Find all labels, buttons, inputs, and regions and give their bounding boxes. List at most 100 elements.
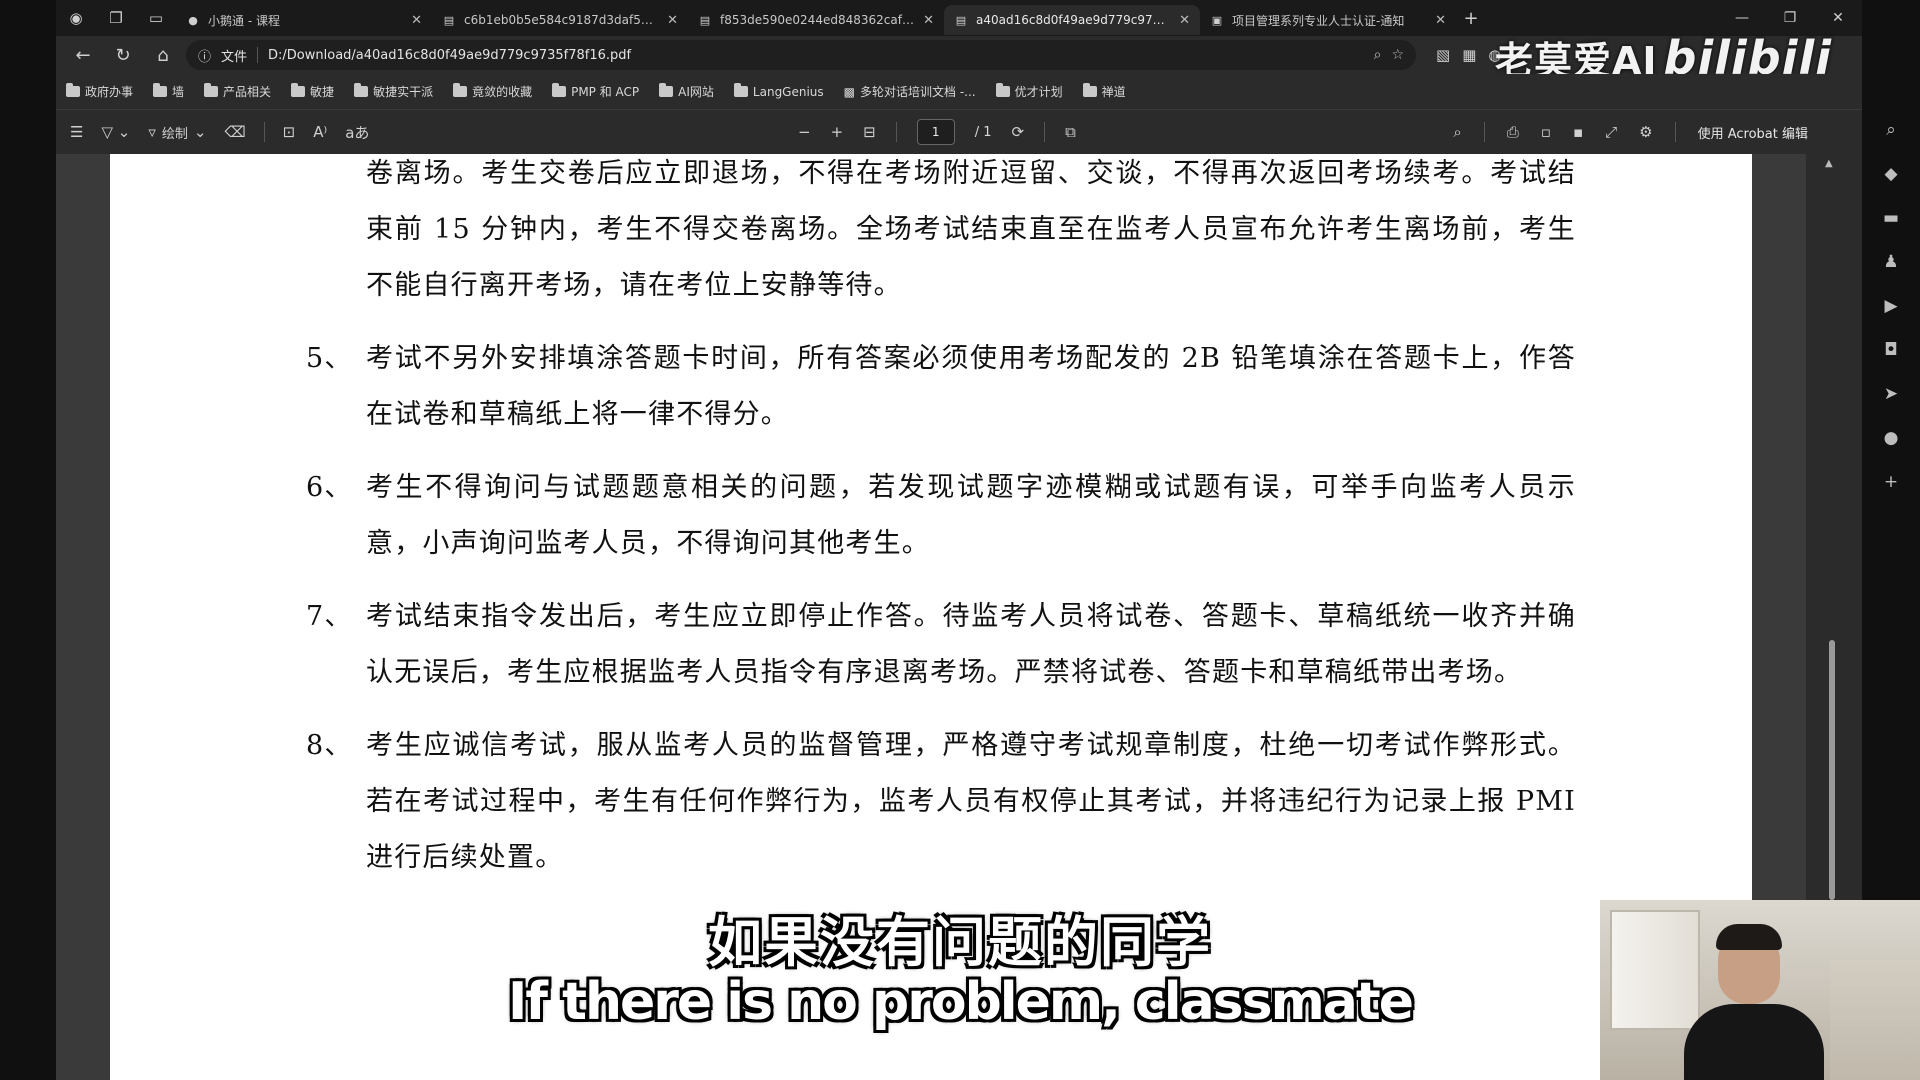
folder-icon bbox=[66, 83, 80, 97]
edge-sidebar: ⌕ ◆ ▬ ♟ ▶ ◘ ➤ ● + bbox=[1862, 120, 1920, 492]
extension-icons: ▧ ▦ ◍ bbox=[1436, 46, 1501, 64]
folder-icon bbox=[1082, 83, 1097, 97]
eraser-icon[interactable]: ⌫ bbox=[224, 123, 245, 141]
acrobat-edit-button[interactable]: 使用 Acrobat 编辑 bbox=[1698, 123, 1808, 142]
sidebar-people-icon[interactable]: ♟ bbox=[1883, 252, 1898, 272]
highlight-icon[interactable]: ▽ ⌄ bbox=[101, 123, 130, 141]
tab-close-icon[interactable]: ✕ bbox=[411, 13, 422, 28]
translate-icon[interactable]: aあ bbox=[345, 122, 369, 143]
search-icon[interactable]: ⌕ bbox=[1453, 123, 1461, 141]
tab-close-icon[interactable]: ✕ bbox=[923, 13, 934, 28]
bookmark-folder[interactable]: 敏捷实干派 bbox=[354, 83, 433, 100]
item-text: 考试结束指令发出后，考生应立即停止作答。待监考人员将试卷、答题卡、草稿纸统一收齐… bbox=[366, 601, 1576, 688]
presenter-hair bbox=[1716, 924, 1782, 950]
tab-pdf-2[interactable]: ▤ f853de590e0244ed848362caf48 ✕ bbox=[688, 5, 944, 35]
bookmarks-bar: 政府办事 墙 产品相关 敏捷 敏捷实干派 竟敛的收藏 PMP 和 ACP AI网… bbox=[56, 74, 1862, 110]
bookmark-folder[interactable]: 禅道 bbox=[1082, 83, 1126, 100]
new-tab-button[interactable]: + bbox=[1456, 3, 1486, 33]
bookmark-folder[interactable]: 优才计划 bbox=[995, 83, 1063, 100]
bookmark-folder[interactable]: PMP 和 ACP bbox=[552, 83, 639, 100]
sidebar-add-icon[interactable]: + bbox=[1884, 472, 1898, 492]
refresh-icon[interactable]: ↻ bbox=[106, 40, 140, 70]
folder-icon bbox=[291, 83, 306, 97]
bookmark-folder[interactable]: 政府办事 bbox=[66, 83, 133, 100]
url-bar[interactable]: ⓘ 文件 D:/Download/a40ad16c8d0f49ae9d779c9… bbox=[186, 40, 1416, 70]
pdf-file-icon: ▤ bbox=[699, 13, 711, 27]
site-info-icon[interactable]: ⓘ bbox=[198, 46, 211, 65]
zoom-out-icon[interactable]: − bbox=[798, 123, 811, 141]
scroll-thumb[interactable] bbox=[1829, 640, 1835, 900]
settings-icon[interactable]: ⚙ bbox=[1639, 123, 1652, 141]
presenter-body bbox=[1684, 1004, 1824, 1080]
folder-icon bbox=[354, 83, 369, 97]
item-number: 6、 bbox=[306, 472, 353, 503]
fullscreen-icon[interactable]: ⤢ bbox=[1605, 123, 1617, 141]
tab-title: a40ad16c8d0f49ae9d779c97351 bbox=[976, 13, 1172, 27]
tab-close-icon[interactable]: ✕ bbox=[1179, 13, 1190, 28]
tab-title: c6b1eb0b5e584c9187d3daf563c bbox=[464, 13, 660, 27]
draw-icon: ▿ bbox=[148, 123, 156, 141]
url-divider bbox=[257, 47, 259, 63]
fit-page-icon[interactable]: ⊟ bbox=[863, 123, 876, 141]
back-icon[interactable]: ← bbox=[66, 40, 100, 70]
toolbar-divider bbox=[263, 122, 265, 142]
sidebar-office-icon[interactable]: ◘ bbox=[1884, 340, 1897, 360]
sidebar-send-icon[interactable]: ➤ bbox=[1884, 384, 1898, 404]
tab-pmi-notice[interactable]: ▣ 项目管理系列专业人士认证-通知 ✕ bbox=[1200, 5, 1456, 35]
presenter-webcam bbox=[1600, 900, 1920, 1080]
folder-icon bbox=[995, 83, 1010, 97]
bookmark-folder[interactable]: 竟敛的收藏 bbox=[453, 83, 532, 100]
bookmark-folder[interactable]: 敏捷 bbox=[291, 83, 334, 100]
toolbar-divider bbox=[1044, 122, 1046, 142]
toolbar-divider bbox=[1483, 122, 1485, 142]
profile-icon[interactable]: ◉ bbox=[56, 0, 96, 36]
rotate-icon[interactable]: ⟳ bbox=[1012, 123, 1025, 141]
workspaces-icon[interactable]: ❐ bbox=[96, 0, 136, 36]
tab-title: f853de590e0244ed848362caf48 bbox=[720, 13, 916, 27]
favorite-star-icon[interactable]: ☆ bbox=[1391, 47, 1404, 63]
zoom-in-icon[interactable]: + bbox=[831, 123, 844, 141]
sidebar-game-icon[interactable]: ● bbox=[1884, 428, 1899, 448]
text-box-icon[interactable]: ⊡ bbox=[283, 123, 296, 141]
folder-icon bbox=[659, 83, 674, 97]
home-icon[interactable]: ⌂ bbox=[146, 40, 180, 70]
zoom-icon[interactable]: ⌕ bbox=[1374, 47, 1382, 63]
bookmark-folder[interactable]: 产品相关 bbox=[204, 83, 271, 100]
url-text[interactable]: D:/Download/a40ad16c8d0f49ae9d779c9735f7… bbox=[268, 48, 1364, 63]
print-icon[interactable]: ⎙ bbox=[1507, 123, 1519, 141]
save-icon[interactable]: ▫ bbox=[1541, 123, 1551, 141]
sidebar-tag-icon[interactable]: ◆ bbox=[1884, 164, 1897, 184]
sidebar-briefcase-icon[interactable]: ▬ bbox=[1883, 208, 1899, 228]
tab-actions-icon[interactable]: ▭ bbox=[136, 0, 176, 36]
draw-button[interactable]: ▿ 绘制 ⌄ bbox=[148, 123, 206, 142]
tab-pdf-1[interactable]: ▤ c6b1eb0b5e584c9187d3daf563c ✕ bbox=[432, 5, 688, 35]
folder-icon bbox=[153, 83, 168, 97]
bookmark-folder[interactable]: LangGenius bbox=[733, 83, 824, 99]
bookmark-folder[interactable]: 墙 bbox=[153, 83, 184, 100]
site-info-label[interactable]: 文件 bbox=[221, 46, 247, 65]
page-number-input[interactable]: 1 bbox=[916, 119, 955, 145]
scroll-up-arrow-icon[interactable]: ▲ bbox=[1825, 158, 1833, 169]
bookmark-folder[interactable]: AI网站 bbox=[659, 83, 714, 100]
tab-close-icon[interactable]: ✕ bbox=[667, 13, 678, 28]
read-aloud-icon[interactable]: A⁾ bbox=[313, 123, 327, 141]
save-as-icon[interactable]: ▪ bbox=[1573, 123, 1583, 141]
webcam-background-desk bbox=[1830, 960, 1920, 1080]
toolbar-divider bbox=[1674, 122, 1676, 142]
extension-icon[interactable]: ▧ bbox=[1436, 46, 1450, 64]
tab-close-icon[interactable]: ✕ bbox=[1435, 13, 1446, 28]
contents-list-icon[interactable]: ☰ bbox=[70, 123, 83, 141]
sidebar-play-icon[interactable]: ▶ bbox=[1884, 296, 1897, 316]
item-text: 考生不得询问与试题题意相关的问题，若发现试题字迹模糊或试题有误，可举手向监考人员… bbox=[366, 472, 1576, 559]
bookmark-link[interactable]: ▩ 多轮对话培训文档 -... bbox=[844, 83, 976, 100]
sidebar-search-icon[interactable]: ⌕ bbox=[1886, 120, 1896, 140]
item-text: 考生应诚信考试，服从监考人员的监督管理，严格遵守考试规章制度，杜绝一切考试作弊形… bbox=[366, 730, 1576, 873]
tab-pdf-active[interactable]: ▤ a40ad16c8d0f49ae9d779c97351 ✕ bbox=[944, 5, 1200, 35]
tab-xiaoetong[interactable]: ● 小鹅通 - 课程 ✕ bbox=[176, 5, 432, 35]
extension-icon[interactable]: ▦ bbox=[1462, 46, 1476, 64]
paragraph-text: 卷离场。考生交卷后应立即退场，不得在考场附近逗留、交谈，不得再次返回考场续考。考… bbox=[366, 158, 1576, 301]
folder-icon bbox=[204, 83, 219, 97]
item-number: 8、 bbox=[306, 730, 353, 761]
page-total: / 1 bbox=[974, 124, 992, 140]
page-view-icon[interactable]: ⧉ bbox=[1065, 123, 1076, 141]
